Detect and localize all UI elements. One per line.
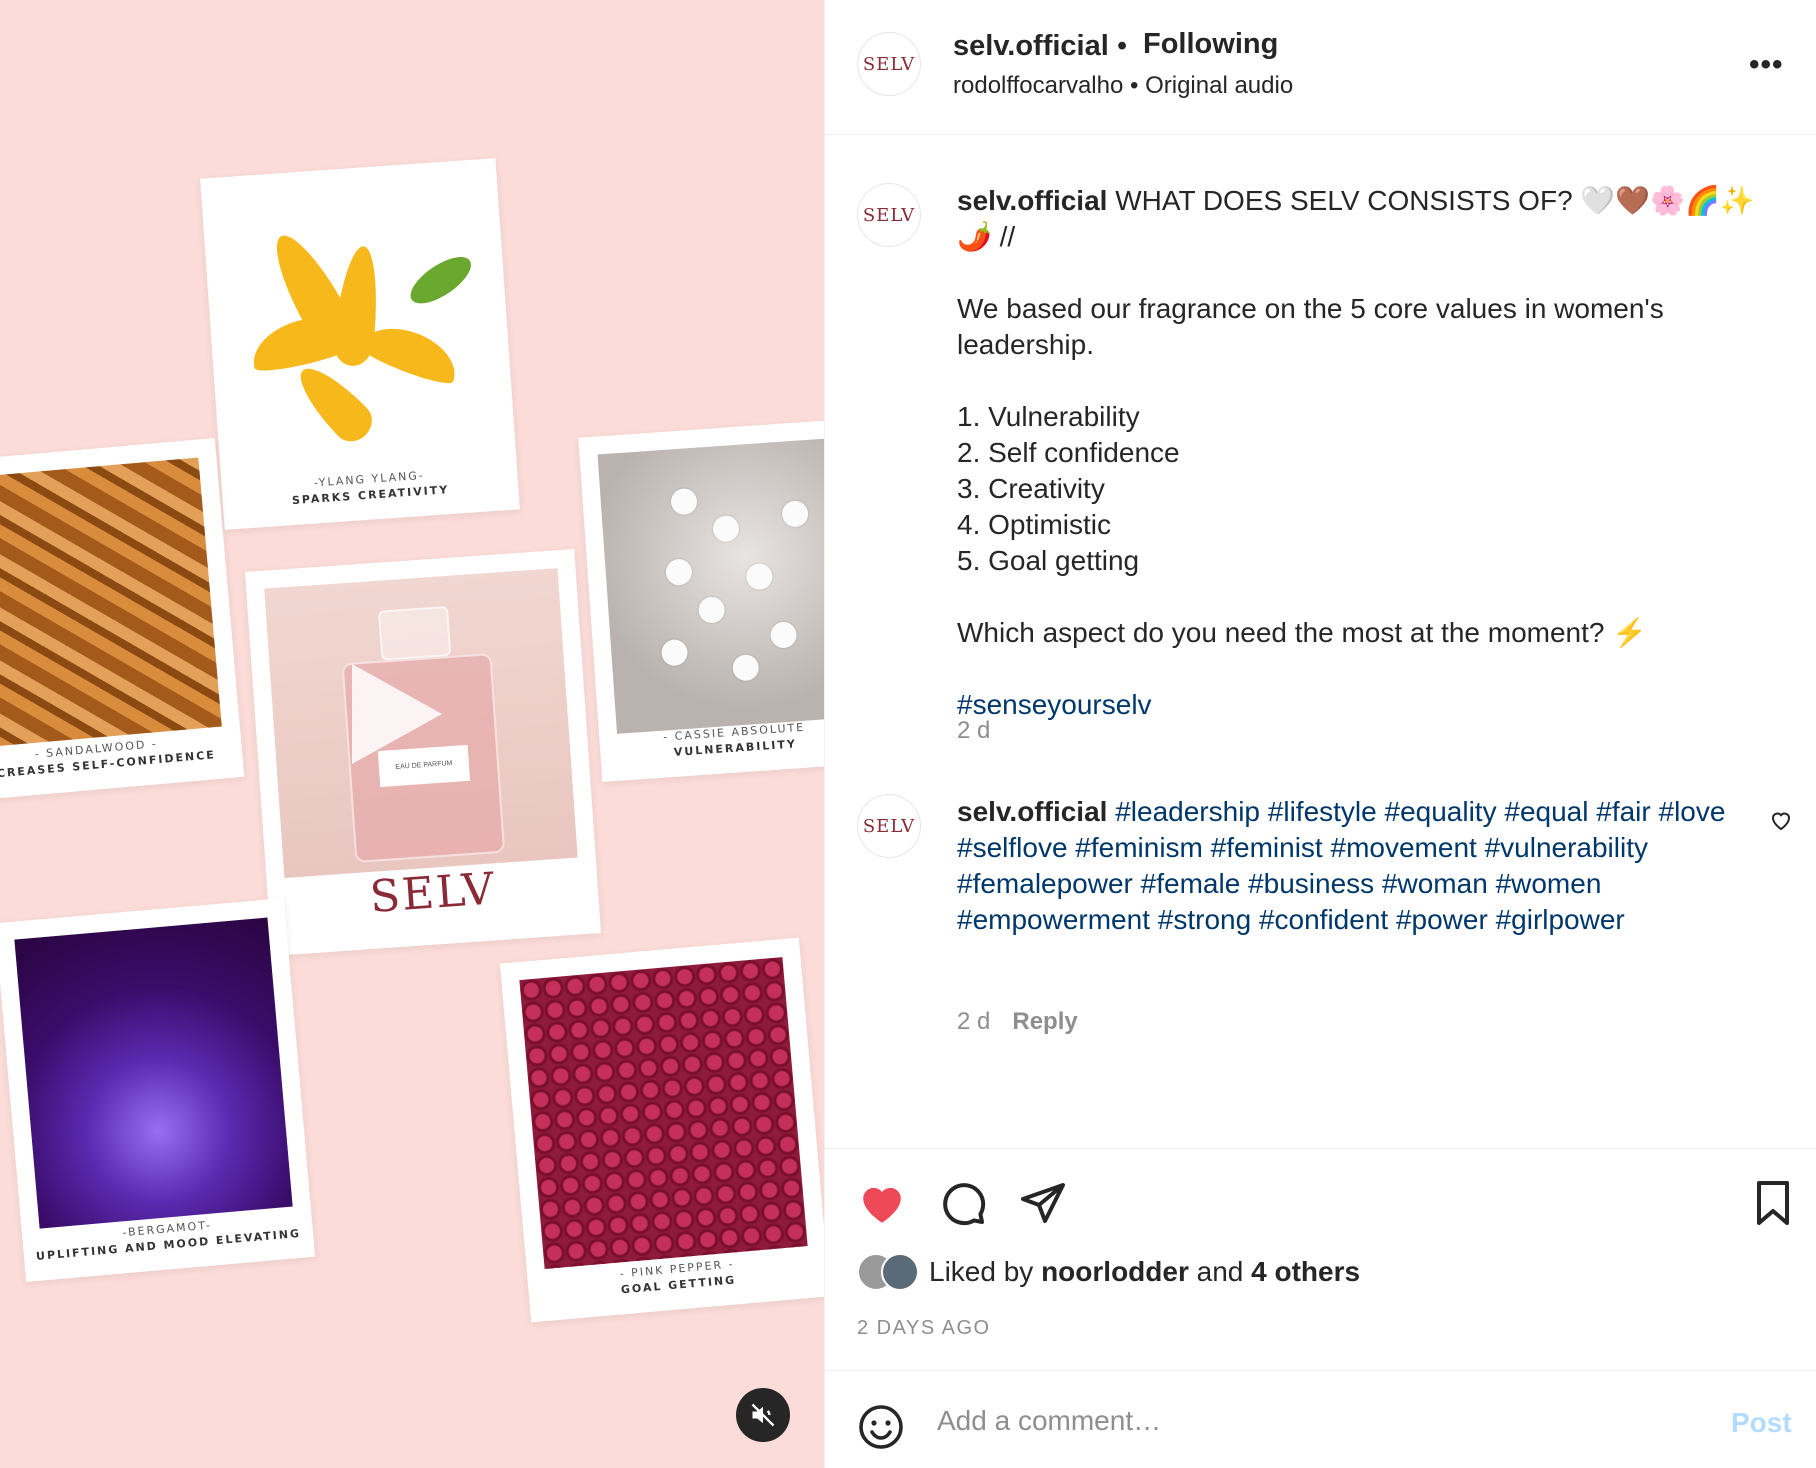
hashtag-link[interactable]: #female bbox=[1141, 868, 1241, 899]
liked-by-and: and bbox=[1188, 1256, 1252, 1287]
more-options-icon[interactable]: ••• bbox=[1749, 48, 1784, 82]
comment-icon[interactable] bbox=[939, 1179, 987, 1227]
polaroid-ylang-ylang: -YLANG YLANG- SPARKS CREATIVITY bbox=[200, 158, 520, 530]
original-audio-link[interactable]: Original audio bbox=[1145, 72, 1293, 99]
liker-avatar[interactable] bbox=[881, 1253, 919, 1291]
comment-text: selv.official #leadership #lifestyle #eq… bbox=[957, 794, 1777, 938]
liked-by-text: Liked by noorlodder and 4 others bbox=[929, 1256, 1360, 1288]
hashtag-link[interactable]: #girlpower bbox=[1496, 904, 1625, 935]
play-icon[interactable] bbox=[352, 664, 442, 764]
polaroid-sandalwood: - SANDALWOOD - INCREASES SELF-CONFIDENCE bbox=[0, 438, 245, 802]
liker-username-link[interactable]: noorlodder bbox=[1041, 1256, 1189, 1287]
sandalwood-photo bbox=[0, 457, 222, 749]
bookmark-icon[interactable] bbox=[1751, 1179, 1795, 1227]
comment-input[interactable] bbox=[937, 1393, 1677, 1449]
hashtag-link[interactable]: #equality bbox=[1385, 796, 1497, 827]
polaroid-caption: -YLANG YLANG- SPARKS CREATIVITY bbox=[221, 462, 518, 512]
hashtag-link[interactable]: #feminist bbox=[1211, 832, 1323, 863]
hashtag-link[interactable]: #love bbox=[1659, 796, 1726, 827]
liked-by: Liked by noorlodder and 4 others bbox=[857, 1253, 1360, 1291]
ylang-ylang-photo bbox=[219, 177, 498, 465]
hashtag-link[interactable]: #confident bbox=[1259, 904, 1388, 935]
add-comment-bar: Post bbox=[825, 1370, 1816, 1468]
hashtag-link[interactable]: #vulnerability bbox=[1485, 832, 1648, 863]
muted-speaker-icon bbox=[751, 1403, 775, 1427]
audio-info: rodolffocarvalho • Original audio bbox=[953, 72, 1293, 100]
bottle-cap bbox=[378, 605, 452, 661]
polaroid-pink-pepper: - PINK PEPPER - GOAL GETTING bbox=[499, 937, 824, 1323]
hashtag-link[interactable]: #movement bbox=[1331, 832, 1477, 863]
post-date[interactable]: 2 DAYS AGO bbox=[857, 1317, 991, 1340]
emoji-icon[interactable] bbox=[857, 1403, 905, 1451]
hashtag-link[interactable]: #business bbox=[1248, 868, 1374, 899]
share-icon[interactable] bbox=[1019, 1179, 1067, 1227]
post-header: SELV selv.official • Following rodolffoc… bbox=[825, 0, 1816, 135]
caption-username[interactable]: selv.official bbox=[957, 185, 1107, 216]
cassie-absolute-photo bbox=[597, 438, 824, 734]
avatar[interactable]: SELV bbox=[857, 32, 921, 96]
separator-dot: • bbox=[1130, 72, 1139, 99]
others-link[interactable]: 4 others bbox=[1251, 1256, 1360, 1287]
hashtag-link[interactable]: #strong bbox=[1158, 904, 1251, 935]
caption-text: selv.official WHAT DOES SELV CONSISTS OF… bbox=[957, 183, 1777, 723]
bergamot-photo bbox=[14, 917, 293, 1229]
hashtag-link[interactable]: #femalepower bbox=[957, 868, 1133, 899]
hashtag-link[interactable]: #leadership bbox=[1115, 796, 1260, 827]
hashtag-link[interactable]: #fair bbox=[1596, 796, 1650, 827]
post-side-panel: SELV selv.official • Following rodolffoc… bbox=[824, 0, 1816, 1468]
reply-button[interactable]: Reply bbox=[1012, 1008, 1077, 1035]
caption-body: WHAT DOES SELV CONSISTS OF? 🤍🤎🌸🌈✨🌶️ // W… bbox=[957, 185, 1755, 648]
comment-username[interactable]: selv.official bbox=[957, 796, 1107, 827]
hashtag-link[interactable]: #equal bbox=[1504, 796, 1588, 827]
audio-user-link[interactable]: rodolffocarvalho bbox=[953, 72, 1123, 99]
post-actions: Liked by noorlodder and 4 others 2 DAYS … bbox=[825, 1148, 1816, 1370]
like-comment-icon[interactable] bbox=[1769, 808, 1793, 832]
mute-button[interactable] bbox=[736, 1388, 790, 1442]
username-link[interactable]: selv.official bbox=[953, 30, 1109, 63]
hashtag-link[interactable]: #lifestyle bbox=[1268, 796, 1377, 827]
hashtag-link[interactable]: #woman bbox=[1382, 868, 1488, 899]
avatar[interactable]: SELV bbox=[857, 183, 921, 247]
caption-timestamp[interactable]: 2 d bbox=[957, 717, 990, 745]
polaroid-bergamot: -BERGAMOT- UPLIFTING AND MOOD ELEVATING bbox=[0, 898, 316, 1282]
comment-meta: 2 d Reply bbox=[957, 1008, 1078, 1036]
following-button[interactable]: Following bbox=[1143, 28, 1278, 61]
post-button[interactable]: Post bbox=[1731, 1407, 1792, 1439]
comment-timestamp[interactable]: 2 d bbox=[957, 1008, 990, 1035]
hashtag-link[interactable]: #senseyourselv bbox=[957, 689, 1152, 720]
reel-media[interactable]: -YLANG YLANG- SPARKS CREATIVITY - SANDAL… bbox=[0, 0, 824, 1468]
hashtag-link[interactable]: #empowerment bbox=[957, 904, 1150, 935]
polaroid-cassie-absolute: - CASSIE ABSOLUTE VULNERABILITY bbox=[578, 419, 824, 782]
liked-by-prefix: Liked by bbox=[929, 1256, 1042, 1287]
heart-icon[interactable] bbox=[857, 1179, 907, 1229]
hashtag-link[interactable]: #power bbox=[1396, 904, 1488, 935]
hashtag-link[interactable]: #selflove bbox=[957, 832, 1068, 863]
separator-dot: • bbox=[1117, 30, 1128, 62]
pink-pepper-photo bbox=[519, 957, 808, 1270]
hashtag-link[interactable]: #feminism bbox=[1075, 832, 1203, 863]
hashtag-link[interactable]: #women bbox=[1496, 868, 1602, 899]
avatar[interactable]: SELV bbox=[857, 794, 921, 858]
